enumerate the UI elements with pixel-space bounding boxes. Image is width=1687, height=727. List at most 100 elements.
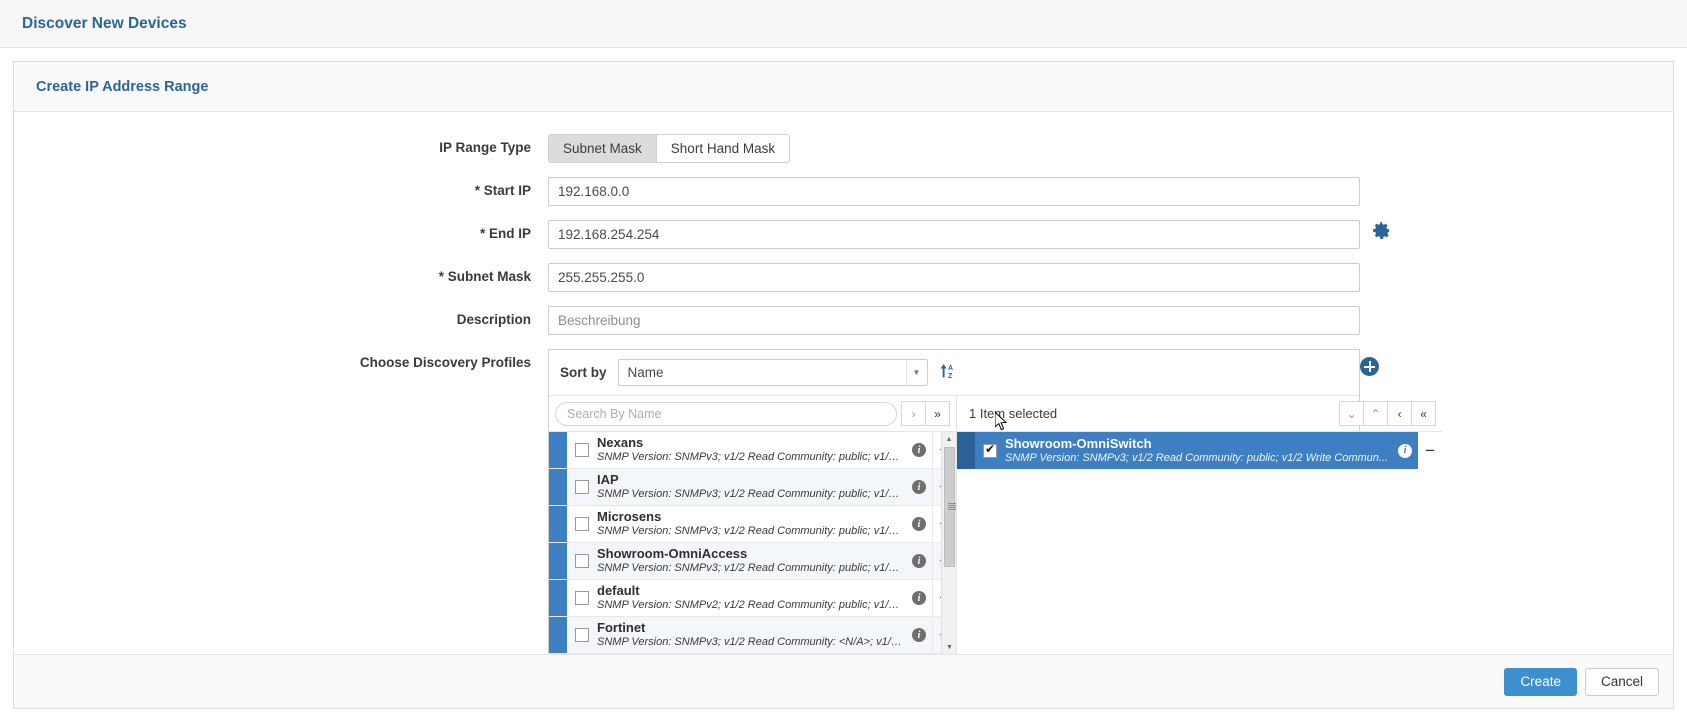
- move-left-all-button[interactable]: «: [1411, 401, 1436, 426]
- info-icon-cell[interactable]: i: [906, 469, 932, 505]
- list-scrollbar[interactable]: ▲ ▼: [941, 432, 956, 654]
- search-input[interactable]: [555, 402, 897, 426]
- picker-sort-bar: Sort by Name ▼ A Z: [549, 350, 1359, 396]
- end-ip-input[interactable]: [548, 220, 1360, 249]
- chevron-down-icon[interactable]: ▼: [906, 360, 927, 385]
- available-profiles-list[interactable]: Nexans SNMP Version: SNMPv3; v1/2 Read C…: [549, 432, 956, 654]
- selected-count-label: 1 Item selected: [969, 406, 1057, 421]
- start-ip-input[interactable]: [548, 177, 1360, 206]
- row-accent-bar: [549, 432, 567, 468]
- create-button[interactable]: Create: [1504, 668, 1577, 696]
- row-text: Fortinet SNMP Version: SNMPv3; v1/2 Read…: [597, 617, 906, 653]
- info-icon[interactable]: i: [912, 443, 926, 457]
- row-text: Showroom-OmniSwitch SNMP Version: SNMPv3…: [1005, 432, 1392, 469]
- move-up-button[interactable]: ⌃: [1363, 401, 1388, 426]
- profile-name: default: [597, 583, 902, 598]
- seg-btn-subnet-mask[interactable]: Subnet Mask: [549, 135, 657, 162]
- profile-description: SNMP Version: SNMPv2; v1/2 Read Communit…: [597, 598, 902, 613]
- row-accent-bar: [957, 432, 975, 469]
- sort-by-value: Name: [619, 365, 664, 380]
- info-icon[interactable]: i: [1398, 444, 1412, 458]
- row-checkbox-cell[interactable]: [567, 506, 597, 542]
- card-header: Create IP Address Range: [14, 62, 1673, 112]
- move-right-all-button[interactable]: »: [925, 401, 950, 426]
- remove-profile-button[interactable]: −: [1418, 432, 1442, 469]
- profile-description: SNMP Version: SNMPv3; v1/2 Read Communit…: [597, 524, 902, 539]
- info-icon[interactable]: i: [912, 554, 926, 568]
- move-right-one-button[interactable]: ›: [901, 401, 926, 426]
- profile-checkbox[interactable]: [575, 591, 589, 605]
- add-discovery-profile-icon[interactable]: [1360, 357, 1379, 376]
- scroll-down-icon[interactable]: ▼: [942, 640, 956, 654]
- row-checkbox-cell[interactable]: [567, 432, 597, 468]
- subnet-mask-label: * Subnet Mask: [14, 263, 548, 291]
- scrollbar-thumb[interactable]: [944, 447, 955, 567]
- row-accent-bar: [549, 617, 567, 653]
- profile-row[interactable]: Microsens SNMP Version: SNMPv3; v1/2 Rea…: [549, 506, 956, 543]
- row-checkbox-cell[interactable]: [567, 580, 597, 616]
- profile-row[interactable]: Showroom-OmniAccess SNMP Version: SNMPv3…: [549, 543, 956, 580]
- info-icon-cell[interactable]: i: [906, 580, 932, 616]
- row-text: Microsens SNMP Version: SNMPv3; v1/2 Rea…: [597, 506, 906, 542]
- ip-range-type-segmented[interactable]: Subnet Mask Short Hand Mask: [548, 134, 790, 163]
- selected-profile-row[interactable]: Showroom-OmniSwitch SNMP Version: SNMPv3…: [957, 432, 1442, 469]
- available-nav-buttons: › »: [902, 401, 950, 426]
- profile-description: SNMP Version: SNMPv3; v1/2 Read Communit…: [597, 561, 902, 576]
- available-profiles-pane: › » Nexans SNMP Version: SNMPv3; v1/2 Re…: [549, 396, 957, 654]
- info-icon[interactable]: i: [912, 591, 926, 605]
- gear-icon[interactable]: [1372, 220, 1391, 249]
- discovery-profiles-picker: Sort by Name ▼ A Z: [548, 349, 1360, 654]
- selected-profiles-pane: 1 Item selected ⌄ ⌃ ‹ « Showroom-OmniSwi…: [957, 396, 1442, 654]
- start-ip-label: * Start IP: [14, 177, 548, 205]
- info-icon-cell[interactable]: i: [906, 543, 932, 579]
- row-text: IAP SNMP Version: SNMPv3; v1/2 Read Comm…: [597, 469, 906, 505]
- row-accent-bar: [549, 543, 567, 579]
- profile-row[interactable]: IAP SNMP Version: SNMPv3; v1/2 Read Comm…: [549, 469, 956, 506]
- seg-btn-short-hand-mask[interactable]: Short Hand Mask: [657, 135, 789, 162]
- row-checkbox-cell[interactable]: [975, 432, 1005, 469]
- row-accent-bar: [549, 580, 567, 616]
- subnet-mask-input[interactable]: [548, 263, 1360, 292]
- cancel-button[interactable]: Cancel: [1585, 668, 1659, 696]
- profile-checkbox[interactable]: [575, 554, 589, 568]
- sort-az-icon[interactable]: A Z: [939, 362, 957, 384]
- info-icon-cell[interactable]: i: [906, 617, 932, 653]
- info-icon[interactable]: i: [912, 517, 926, 531]
- info-icon-cell[interactable]: i: [1392, 432, 1418, 469]
- card-body: IP Range Type Subnet Mask Short Hand Mas…: [14, 112, 1673, 654]
- card-title: Create IP Address Range: [36, 79, 208, 95]
- info-icon-cell[interactable]: i: [906, 506, 932, 542]
- profile-description: SNMP Version: SNMPv3; v1/2 Read Communit…: [597, 450, 902, 465]
- row-checkbox-cell[interactable]: [567, 469, 597, 505]
- profile-checkbox[interactable]: [575, 517, 589, 531]
- form-row-start-ip: * Start IP: [14, 177, 1673, 206]
- selected-nav-buttons: ⌄ ⌃ ‹ «: [1340, 401, 1436, 426]
- move-left-one-button[interactable]: ‹: [1387, 401, 1412, 426]
- profile-checkbox[interactable]: [575, 480, 589, 494]
- profile-checkbox[interactable]: [575, 443, 589, 457]
- sort-by-select[interactable]: Name ▼: [618, 359, 928, 386]
- move-down-button[interactable]: ⌄: [1339, 401, 1364, 426]
- row-checkbox-cell[interactable]: [567, 617, 597, 653]
- profile-description: SNMP Version: SNMPv3; v1/2 Read Communit…: [597, 635, 902, 650]
- selected-profiles-list[interactable]: Showroom-OmniSwitch SNMP Version: SNMPv3…: [957, 432, 1442, 654]
- profile-checkbox[interactable]: [575, 628, 589, 642]
- info-icon[interactable]: i: [912, 480, 926, 494]
- profile-row[interactable]: Fortinet SNMP Version: SNMPv3; v1/2 Read…: [549, 617, 956, 654]
- description-label: Description: [14, 306, 548, 334]
- discovery-profiles-label: Choose Discovery Profiles: [14, 349, 548, 377]
- form-row-end-ip: * End IP: [14, 220, 1673, 249]
- info-icon[interactable]: i: [912, 628, 926, 642]
- description-input[interactable]: [548, 306, 1360, 335]
- profile-name: Nexans: [597, 435, 902, 450]
- profile-row[interactable]: Nexans SNMP Version: SNMPv3; v1/2 Read C…: [549, 432, 956, 469]
- profile-row[interactable]: default SNMP Version: SNMPv2; v1/2 Read …: [549, 580, 956, 617]
- form-row-ip-range-type: IP Range Type Subnet Mask Short Hand Mas…: [14, 134, 1673, 163]
- scroll-up-icon[interactable]: ▲: [942, 432, 956, 446]
- profile-checkbox[interactable]: [983, 444, 997, 458]
- form-row-description: Description: [14, 306, 1673, 335]
- create-ip-range-card: Create IP Address Range IP Range Type Su…: [13, 61, 1674, 709]
- row-checkbox-cell[interactable]: [567, 543, 597, 579]
- available-toolbar: › »: [549, 396, 956, 432]
- info-icon-cell[interactable]: i: [906, 432, 932, 468]
